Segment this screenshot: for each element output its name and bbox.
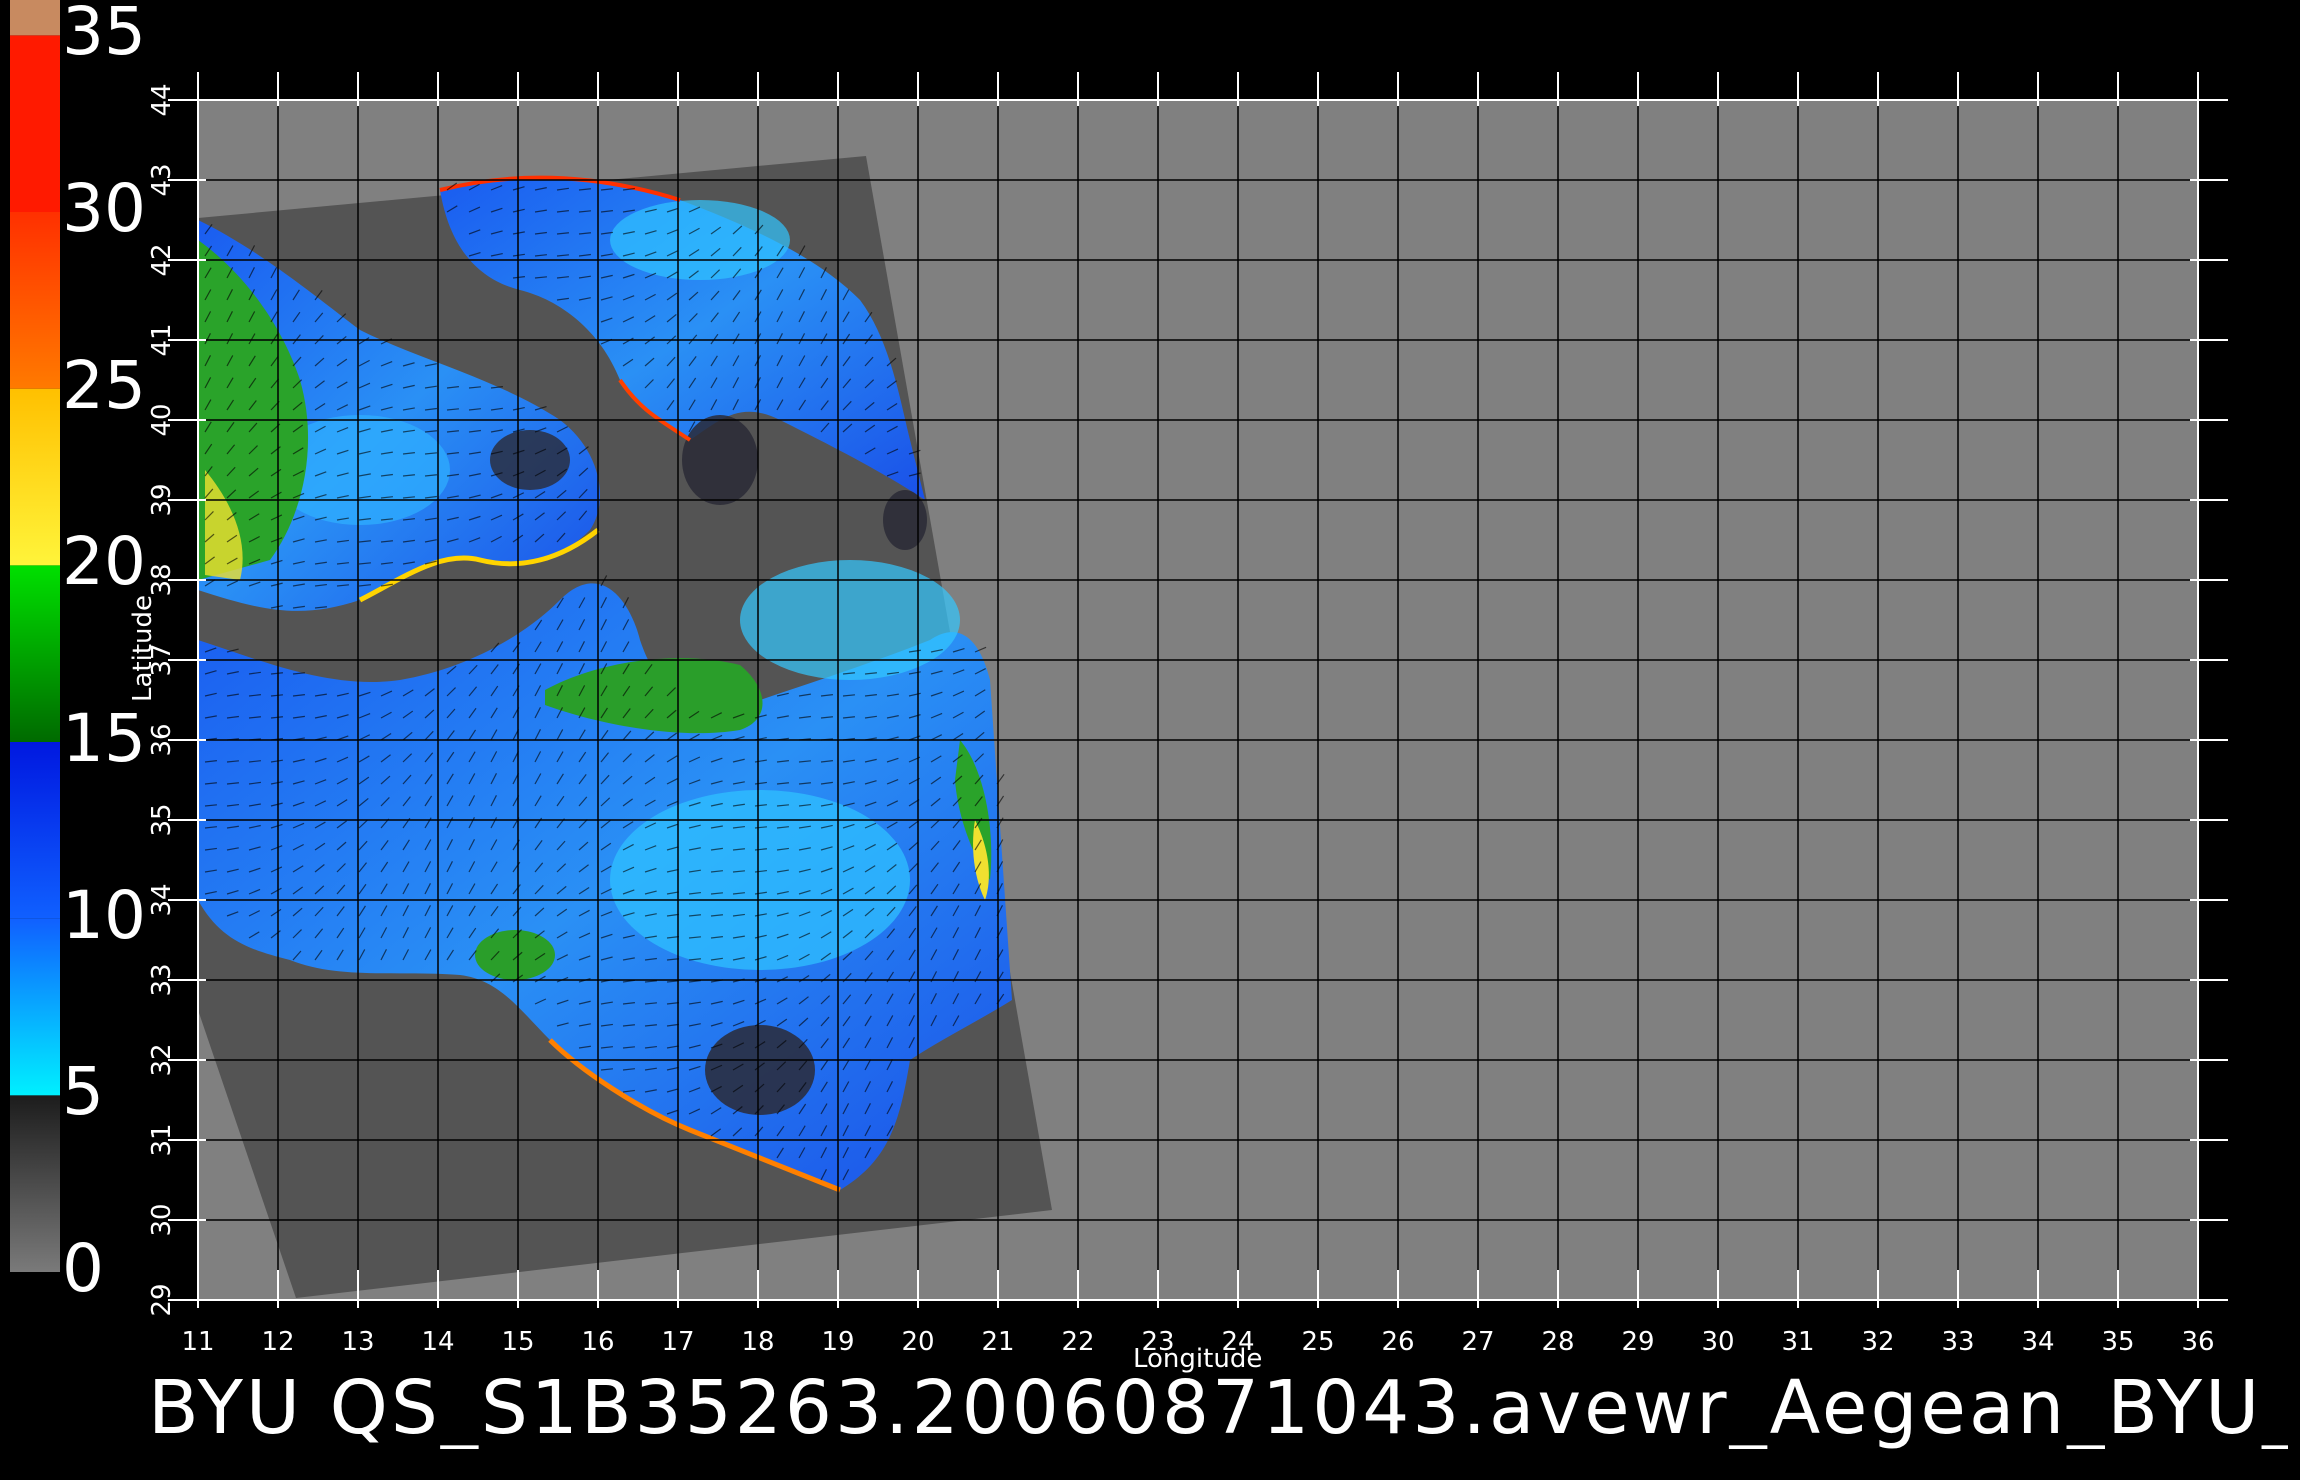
x-tick-label: 25 [1301, 1327, 1334, 1357]
x-tick-label: 22 [1061, 1327, 1094, 1357]
y-tick-label: 32 [147, 1043, 177, 1076]
x-tick-label: 33 [1941, 1327, 1974, 1357]
x-tick-label: 19 [821, 1327, 854, 1357]
x-tick-label: 14 [421, 1327, 454, 1357]
colorbar-label: 0 [62, 1230, 104, 1307]
x-tick-label: 36 [2181, 1327, 2214, 1357]
x-tick-label: 18 [741, 1327, 774, 1357]
colorbar-label: 35 [62, 0, 146, 71]
wind-map-figure: 11 12 13 14 15 16 17 18 19 20 21 22 23 24 25 26 27 28 29 30… [10, 0, 2228, 1357]
y-tick-label: 36 [147, 723, 177, 756]
y-axis-label: Latitude [128, 594, 158, 702]
colorbar-band [10, 35, 60, 213]
sea-low-wind-patch [883, 490, 927, 550]
colorbar-band [10, 742, 60, 919]
x-tick-label: 21 [981, 1327, 1014, 1357]
sea-low-wind-patch [490, 430, 570, 490]
x-tick-label: 34 [2021, 1327, 2054, 1357]
colorbar-label: 20 [62, 523, 146, 601]
x-tick-label: 15 [501, 1327, 534, 1357]
map-panel [198, 100, 2198, 1300]
y-tick-label: 30 [147, 1203, 177, 1236]
colorbar-label: 25 [62, 346, 146, 424]
colorbar-label: 15 [62, 700, 146, 777]
sea-low-wind-patch [705, 1025, 815, 1115]
x-tick-label: 17 [661, 1327, 694, 1357]
sea-highlight [610, 790, 910, 970]
y-tick-label: 29 [147, 1283, 177, 1316]
colorbar-band [10, 0, 60, 36]
sea-highlight [610, 200, 790, 280]
colorbar-band [10, 388, 60, 566]
image-caption: BYU QS_S1B35263.20060871043.avewr_Aegean… [148, 1368, 2288, 1450]
colorbar-label: 10 [62, 876, 146, 954]
x-tick-label: 32 [1861, 1327, 1894, 1357]
y-tick-label: 35 [147, 803, 177, 836]
colorbar-band [10, 1095, 60, 1272]
x-tick-label: 11 [181, 1327, 214, 1357]
wind-speed-colorbar [10, 0, 60, 1272]
y-tick-label: 44 [147, 83, 177, 116]
colorbar-band [10, 565, 60, 742]
y-tick-label: 34 [147, 883, 177, 916]
y-tick-label: 41 [147, 323, 177, 356]
x-tick-label: 12 [261, 1327, 294, 1357]
colorbar-label: 30 [62, 170, 146, 247]
x-tick-label: 29 [1621, 1327, 1654, 1357]
x-tick-label: 35 [2101, 1327, 2134, 1357]
sea-low-wind-patch [682, 415, 758, 505]
y-tick-label: 33 [147, 963, 177, 996]
sea-highlight [740, 560, 960, 680]
x-tick-label: 31 [1781, 1327, 1814, 1357]
x-tick-label: 20 [901, 1327, 934, 1357]
y-tick-label: 40 [147, 403, 177, 436]
y-tick-label: 39 [147, 483, 177, 516]
y-tick-label: 43 [147, 163, 177, 196]
colorbar-band [10, 212, 60, 389]
x-tick-label: 13 [341, 1327, 374, 1357]
y-tick-label: 38 [147, 563, 177, 596]
colorbar-label: 5 [62, 1053, 104, 1131]
x-tick-label: 28 [1541, 1327, 1574, 1357]
x-tick-label: 30 [1701, 1327, 1734, 1357]
y-tick-label: 31 [147, 1123, 177, 1156]
y-tick-label: 42 [147, 243, 177, 276]
x-tick-label: 16 [581, 1327, 614, 1357]
x-tick-label: 27 [1461, 1327, 1494, 1357]
colorbar-band [10, 918, 60, 1096]
x-tick-label: 26 [1381, 1327, 1414, 1357]
